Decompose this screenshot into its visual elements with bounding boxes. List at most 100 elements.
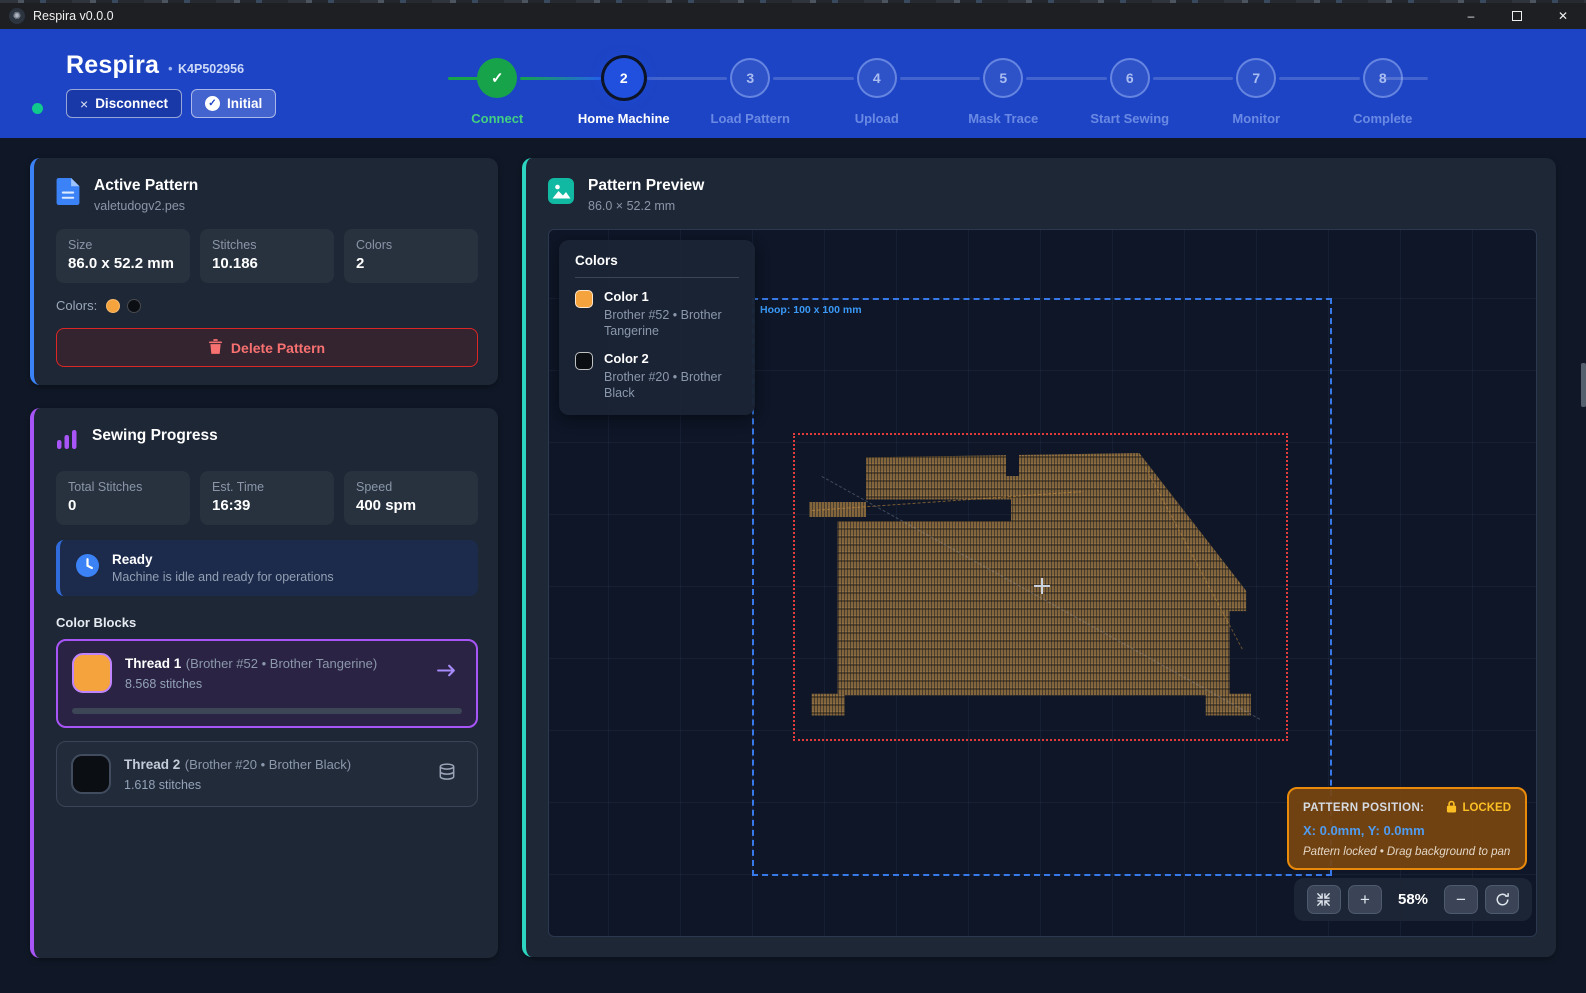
step-circle: ✓	[477, 58, 517, 98]
pattern-stats: Size 86.0 x 52.2 mm Stitches 10.186 Colo…	[56, 229, 478, 283]
active-pattern-title: Active Pattern	[94, 177, 198, 195]
zoom-out-button[interactable]: −	[1444, 885, 1478, 914]
machine-status-box: Ready Machine is idle and ready for oper…	[56, 540, 478, 596]
position-title: PATTERN POSITION:	[1303, 802, 1424, 814]
legend-color-detail: Brother #20 • Brother Black	[604, 369, 739, 402]
legend-item: Color 2 Brother #20 • Brother Black	[575, 351, 739, 402]
sewing-progress-title: Sewing Progress	[92, 427, 218, 445]
x-icon: ×	[80, 96, 88, 112]
image-icon	[548, 178, 574, 209]
stat-label: Size	[68, 238, 178, 252]
thread-stitch-count: 1.618 stitches	[124, 778, 424, 792]
legend-color-name: Color 2	[604, 351, 739, 366]
bar-chart-icon	[56, 428, 78, 455]
stepper-step-complete[interactable]: 8 Complete	[1320, 58, 1447, 126]
stepper-step-upload[interactable]: 4 Upload	[814, 58, 941, 126]
stat-label: Speed	[356, 480, 466, 494]
workflow-stepper: ✓ Connect 2 Home Machine 3 Load Pattern …	[434, 58, 1446, 126]
colors-label: Colors:	[56, 298, 97, 313]
step-circle: 5	[983, 58, 1023, 98]
disconnect-button[interactable]: × Disconnect	[66, 89, 182, 118]
color-dot	[106, 299, 120, 313]
thread-list: Thread 1 (Brother #52 • Brother Tangerin…	[56, 639, 478, 807]
app-header: Respira • K4P502956 × Disconnect ✓ Initi…	[0, 29, 1586, 138]
step-circle: 2	[604, 58, 644, 98]
legend-color-swatch	[575, 352, 593, 370]
delete-pattern-button[interactable]: Delete Pattern	[56, 328, 478, 367]
stat-value: 86.0 x 52.2 mm	[68, 255, 178, 272]
step-label: Complete	[1353, 111, 1412, 126]
stat-box: Total Stitches 0	[56, 471, 190, 525]
delete-pattern-label: Delete Pattern	[231, 340, 325, 356]
color-swatches	[106, 299, 141, 313]
thread-color-swatch	[71, 754, 111, 794]
titlebar: ✺ Respira v0.0.0 – ✕	[0, 3, 1586, 29]
left-column: Active Pattern valetudogv2.pes Size 86.0…	[30, 158, 498, 958]
active-pattern-card: Active Pattern valetudogv2.pes Size 86.0…	[30, 158, 498, 385]
lock-status: LOCKED	[1446, 800, 1511, 816]
colors-legend-panel: Colors Color 1 Brother #52 • Brother Tan…	[559, 240, 755, 415]
pattern-preview-card: Pattern Preview 86.0 × 52.2 mm Hoop: 100…	[522, 158, 1556, 957]
zoom-in-button[interactable]: +	[1348, 885, 1382, 914]
zoom-level: 58%	[1398, 891, 1428, 908]
stat-box: Size 86.0 x 52.2 mm	[56, 229, 190, 283]
position-coords: X: 0.0mm, Y: 0.0mm	[1303, 823, 1511, 838]
close-button[interactable]: ✕	[1540, 3, 1586, 29]
preview-canvas[interactable]: Hoop: 100 x 100 mm Colors	[548, 229, 1537, 937]
scrollbar-thumb[interactable]	[1581, 363, 1586, 407]
preview-title: Pattern Preview	[588, 177, 704, 195]
color-dot	[127, 299, 141, 313]
layers-icon	[437, 762, 463, 787]
stat-box: Stitches 10.186	[200, 229, 334, 283]
stat-value: 16:39	[212, 497, 322, 514]
initial-label: Initial	[227, 96, 262, 111]
legend-color-swatch	[575, 290, 593, 308]
app-name: Respira	[66, 51, 159, 80]
thread-progress-bar	[72, 708, 462, 714]
stat-box: Est. Time 16:39	[200, 471, 334, 525]
check-circle-icon: ✓	[205, 96, 220, 111]
refresh-icon	[1495, 892, 1510, 907]
initial-button[interactable]: ✓ Initial	[191, 89, 276, 118]
sewing-progress-card: Sewing Progress Total Stitches 0 Est. Ti…	[30, 408, 498, 958]
zoom-toolbar: + 58% −	[1294, 878, 1532, 921]
step-circle: 3	[730, 58, 770, 98]
trash-icon	[209, 339, 222, 357]
stat-label: Colors	[356, 238, 466, 252]
pattern-colors-row: Colors:	[56, 298, 478, 313]
stat-label: Total Stitches	[68, 480, 178, 494]
stepper-step-load-pattern[interactable]: 3 Load Pattern	[687, 58, 814, 126]
minimize-button[interactable]: –	[1448, 3, 1494, 29]
main-content: Active Pattern valetudogv2.pes Size 86.0…	[0, 138, 1586, 958]
position-hint: Pattern locked • Drag background to pan	[1303, 846, 1511, 858]
thread-row-thread-1[interactable]: Thread 1 (Brother #52 • Brother Tangerin…	[56, 639, 478, 728]
pattern-position-overlay: PATTERN POSITION: LOCKED X: 0.0mm, Y: 0.…	[1287, 787, 1527, 870]
fit-view-button[interactable]	[1307, 885, 1341, 914]
status-title: Ready	[112, 552, 334, 567]
header-brand: Respira • K4P502956 × Disconnect ✓ Initi…	[66, 51, 276, 118]
thread-name: Thread 2	[124, 757, 180, 772]
color-blocks-label: Color Blocks	[56, 615, 478, 630]
maximize-button[interactable]	[1494, 3, 1540, 29]
right-column: Pattern Preview 86.0 × 52.2 mm Hoop: 100…	[522, 158, 1556, 958]
stepper-step-mask-trace[interactable]: 5 Mask Trace	[940, 58, 1067, 126]
step-circle: 7	[1236, 58, 1276, 98]
stepper-step-connect[interactable]: ✓ Connect	[434, 58, 561, 126]
status-text: Machine is idle and ready for operations	[112, 570, 334, 584]
connection-status-dot	[32, 103, 43, 114]
thread-detail: (Brother #52 • Brother Tangerine)	[186, 656, 377, 671]
stepper-step-home-machine[interactable]: 2 Home Machine	[561, 58, 688, 126]
window-controls: – ✕	[1448, 3, 1586, 29]
clock-icon	[76, 554, 99, 582]
step-circle: 8	[1363, 58, 1403, 98]
thread-row-thread-2[interactable]: Thread 2 (Brother #20 • Brother Black) 1…	[56, 741, 478, 807]
stepper-step-start-sewing[interactable]: 6 Start Sewing	[1067, 58, 1194, 126]
stepper-step-monitor[interactable]: 7 Monitor	[1193, 58, 1320, 126]
stat-value: 10.186	[212, 255, 322, 272]
stat-box: Colors 2	[344, 229, 478, 283]
step-label: Load Pattern	[711, 111, 790, 126]
reset-view-button[interactable]	[1485, 885, 1519, 914]
preview-dimensions: 86.0 × 52.2 mm	[588, 199, 704, 213]
pattern-filename: valetudogv2.pes	[94, 199, 198, 213]
progress-stats: Total Stitches 0 Est. Time 16:39 Speed 4…	[56, 471, 478, 525]
